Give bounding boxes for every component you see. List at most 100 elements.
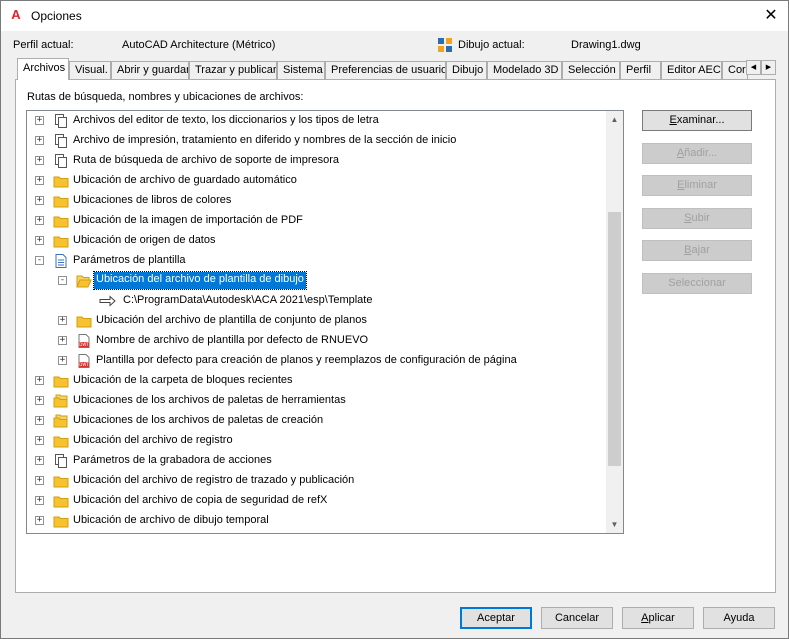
tab-scroll-right-icon[interactable]: ▶ [761,60,776,75]
tree-row[interactable]: + Ubicaciones de libros de colores [27,191,607,211]
tree-row[interactable]: + Ubicaciones de los archivos de paletas … [27,411,607,431]
svg-text:DWT: DWT [79,362,89,367]
button-label: ajar [691,244,710,256]
apply-button[interactable]: Aplicar [622,607,694,629]
tree-row-label: Parámetros de plantilla [73,254,186,266]
tree-row-label: Ubicación de la imagen de importación de… [73,214,303,226]
accel-key: E [669,114,677,126]
collapse-icon[interactable]: - [58,276,67,285]
select-button[interactable]: Seleccionar [642,272,752,294]
expand-icon[interactable]: + [58,356,67,365]
folder-icon [53,233,69,249]
move-up-button[interactable]: Subir [642,207,752,229]
expand-icon[interactable]: + [35,216,44,225]
help-button[interactable]: Ayuda [703,607,775,629]
expand-icon[interactable]: + [58,336,67,345]
button-label: ubir [691,211,710,224]
tab-cor[interactable]: Cor [722,61,748,79]
tab-perfil[interactable]: Perfil [620,61,661,79]
scroll-up-icon[interactable]: ▲ [606,111,623,128]
tab-preferencias-usuario[interactable]: Preferencias de usuario [325,61,446,79]
move-down-button[interactable]: Bajar [642,240,752,261]
collapse-icon[interactable]: - [35,256,44,265]
expand-icon[interactable]: + [35,196,44,205]
accel-key: S [684,211,692,224]
close-button[interactable]: ✕ [753,1,789,31]
tree-scrollbar[interactable]: ▲ ▼ [606,111,623,533]
browse-button[interactable]: Examinar... [642,110,752,131]
window-title: Opciones [31,9,82,23]
document-icon [53,253,69,269]
tree-row[interactable]: + DWT Plantilla por defecto para creación … [27,351,607,371]
paths-tree[interactable]: ▲ ▼ + Archivos del editor de texto, los d… [26,110,624,534]
tab-seleccion[interactable]: Selección [562,61,620,79]
arrow-icon [99,293,116,309]
tree-row[interactable]: + DWT Nombre de archivo de plantilla por d… [27,331,607,351]
folder-icon [53,213,69,229]
tab-visual[interactable]: Visual. [69,61,111,79]
tree-row-label: Parámetros de la grabadora de acciones [73,454,272,466]
tree-row[interactable]: + Ubicación de archivo de dibujo temporal [27,511,607,531]
expand-icon[interactable]: + [35,476,44,485]
tree-row-label: Ubicación de archivo de guardado automát… [73,174,297,186]
tab-abrir-guardar[interactable]: Abrir y guardar [111,61,189,79]
tree-row[interactable]: + Ruta de búsqueda de archivo de soporte … [27,151,607,171]
button-label: ñadir... [684,146,718,159]
tab-scroll-left-icon[interactable]: ◀ [746,60,761,75]
tab-modelado-3d[interactable]: Modelado 3D [487,61,562,79]
tree-row[interactable]: + Archivos del editor de texto, los dicci… [27,111,607,131]
cancel-button[interactable]: Cancelar [541,607,613,629]
expand-icon[interactable]: + [35,376,44,385]
options-dialog: A Opciones ✕ Perfil actual: AutoCAD Arch… [0,0,789,639]
scroll-down-icon[interactable]: ▼ [606,516,623,533]
drawing-label: Dibujo actual: [458,39,525,51]
tab-archivos[interactable]: Archivos [17,58,69,80]
expand-icon[interactable]: + [58,316,67,325]
remove-button[interactable]: Eliminar [642,175,752,196]
expand-icon[interactable]: + [35,236,44,245]
tree-row[interactable]: + Ubicación del archivo de plantilla de c… [27,311,607,331]
tree-row-label: Ubicación del archivo de copia de seguri… [73,494,328,506]
tab-trazar-publicar[interactable]: Trazar y publicar [189,61,277,79]
folder-icon [53,493,69,509]
tree-row[interactable]: + Ubicación de archivo de guardado automá… [27,171,607,191]
expand-icon[interactable]: + [35,136,44,145]
tree-row[interactable]: + Parámetros de la grabadora de acciones [27,451,607,471]
tree-row[interactable]: + Ubicaciones de los archivos de paletas … [27,391,607,411]
ok-button[interactable]: Aceptar [460,607,532,629]
tab-dibujo[interactable]: Dibujo [446,61,487,79]
tree-row-label: Ubicación del archivo de registro de tra… [73,474,355,486]
tab-strip: Archivos Visual. Abrir y guardar Trazar … [17,58,777,80]
expand-icon[interactable]: + [35,156,44,165]
add-button[interactable]: Añadir... [642,142,752,164]
tree-row-label: Ubicaciones de los archivos de paletas d… [73,414,324,426]
expand-icon[interactable]: + [35,456,44,465]
tree-row[interactable]: - Parámetros de plantilla [27,251,607,271]
expand-icon[interactable]: + [35,436,44,445]
expand-icon[interactable]: + [35,416,44,425]
tree-row[interactable]: + Ubicación de la carpeta de bloques reci… [27,371,607,391]
folder-stack-icon [53,393,69,409]
tree-row[interactable]: C:\ProgramData\Autodesk\ACA 2021\esp\Tem… [27,291,607,311]
open-folder-icon [76,273,92,289]
tree-row[interactable]: + Ubicación del archivo de copia de segur… [27,491,607,511]
tree-row[interactable]: + Ubicación de origen de datos [27,231,607,251]
tree-row[interactable]: + Ubicación del archivo de registro de tr… [27,471,607,491]
folder-icon [53,433,69,449]
tab-sistema[interactable]: Sistema [277,61,325,79]
tree-row[interactable]: - Ubicación del archivo de plantilla de d… [27,271,607,291]
expand-icon[interactable]: + [35,496,44,505]
folder-icon [76,313,92,329]
scroll-thumb[interactable] [608,212,621,466]
tree-row[interactable]: + Ubicación del archivo de registro [27,431,607,451]
profile-label: Perfil actual: [13,39,74,51]
folder-icon [53,513,69,529]
expand-icon[interactable]: + [35,176,44,185]
archivos-panel: Rutas de búsqueda, nombres y ubicaciones… [15,79,776,593]
tab-editor-aec[interactable]: Editor AEC [661,61,722,79]
expand-icon[interactable]: + [35,396,44,405]
tree-row[interactable]: + Ubicación de la imagen de importación d… [27,211,607,231]
expand-icon[interactable]: + [35,116,44,125]
tree-row[interactable]: + Archivo de impresión, tratamiento en di… [27,131,607,151]
expand-icon[interactable]: + [35,516,44,525]
